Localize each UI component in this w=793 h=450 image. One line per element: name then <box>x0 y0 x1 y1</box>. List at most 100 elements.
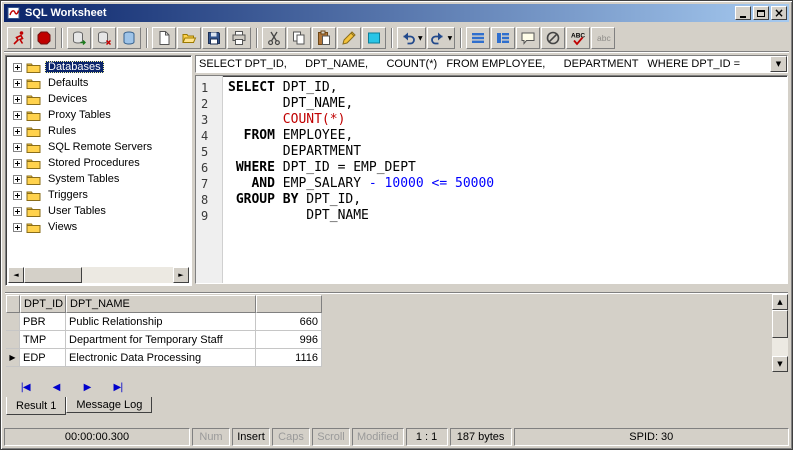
expand-icon[interactable] <box>13 191 22 200</box>
expand-icon[interactable] <box>13 223 22 232</box>
h-scrollbar-thumb[interactable] <box>24 267 82 283</box>
comment-button[interactable] <box>516 27 540 49</box>
results-vertical-scrollbar[interactable]: ▲ ▼ <box>772 294 788 372</box>
column-header-dpt-id[interactable]: DPT_ID <box>20 295 66 313</box>
cell[interactable]: TMP <box>20 331 66 349</box>
previous-record-button[interactable]: ◀ <box>44 379 68 395</box>
new-button[interactable] <box>152 27 176 49</box>
code-segment <box>228 192 236 207</box>
lowercase-button[interactable]: abc <box>591 27 615 49</box>
folder-icon <box>26 221 41 234</box>
v-scrollbar-thumb[interactable] <box>772 310 788 338</box>
tab-message-log[interactable]: Message Log <box>66 397 152 413</box>
last-record-button[interactable]: ▶| <box>106 379 130 395</box>
spell-check-button[interactable]: ABC <box>566 27 590 49</box>
cell[interactable]: EDP <box>20 349 66 367</box>
tree-item-system-tables[interactable]: System Tables <box>8 171 189 187</box>
sql-editor[interactable]: 123456789 SELECT DPT_ID, DPT_NAME, COUNT… <box>195 75 788 284</box>
execute-button[interactable] <box>7 27 31 49</box>
tab-result-1[interactable]: Result 1 <box>6 397 66 415</box>
scroll-up-button[interactable]: ▲ <box>772 294 788 310</box>
expand-icon[interactable] <box>13 207 22 216</box>
column-header-dpt-name[interactable]: DPT_NAME <box>66 295 256 313</box>
cell[interactable]: Public Relationship <box>66 313 256 331</box>
tree-item-triggers[interactable]: Triggers <box>8 187 189 203</box>
tree-item-defaults[interactable]: Defaults <box>8 75 189 91</box>
cell[interactable]: PBR <box>20 313 66 331</box>
redo-button[interactable]: ▼ <box>427 27 456 49</box>
folder-icon <box>26 109 41 122</box>
expand-icon[interactable] <box>13 95 22 104</box>
cell[interactable]: 660 <box>256 313 322 331</box>
next-record-button[interactable]: ▶ <box>75 379 99 395</box>
stop-button[interactable] <box>32 27 56 49</box>
expand-icon[interactable] <box>13 111 22 120</box>
paste-button[interactable] <box>312 27 336 49</box>
save-button[interactable] <box>202 27 226 49</box>
tree-horizontal-scrollbar[interactable]: ◄ ► <box>8 267 189 283</box>
tree-item-rules[interactable]: Rules <box>8 123 189 139</box>
close-icon: × <box>774 8 784 18</box>
table-row[interactable]: TMPDepartment for Temporary Staff996 <box>6 331 322 349</box>
code-line: DPT_NAME, <box>228 96 787 112</box>
scroll-right-button[interactable]: ► <box>173 267 189 283</box>
cell[interactable]: Electronic Data Processing <box>66 349 256 367</box>
table-row[interactable]: ▶EDPElectronic Data Processing1116 <box>6 349 322 367</box>
list-view-button[interactable] <box>466 27 490 49</box>
tree-item-stored-procedures[interactable]: Stored Procedures <box>8 155 189 171</box>
connect-button[interactable] <box>67 27 91 49</box>
tree-item-sql-remote-servers[interactable]: SQL Remote Servers <box>8 139 189 155</box>
redo-dropdown-icon[interactable]: ▼ <box>448 35 453 42</box>
close-button[interactable]: × <box>771 6 787 20</box>
line-number: 1 <box>196 80 222 96</box>
cell[interactable]: Department for Temporary Staff <box>66 331 256 349</box>
expand-icon[interactable] <box>13 175 22 184</box>
cancel-button[interactable] <box>541 27 565 49</box>
results-grid[interactable]: DPT_IDDPT_NAMEPBRPublic Relationship660T… <box>6 295 322 367</box>
table-row[interactable]: PBRPublic Relationship660 <box>6 313 322 331</box>
minimize-icon <box>740 16 746 18</box>
undo-dropdown-icon[interactable]: ▼ <box>418 35 423 42</box>
toolbar-separator <box>146 28 148 48</box>
tree-item-user-tables[interactable]: User Tables <box>8 203 189 219</box>
expand-icon[interactable] <box>13 63 22 72</box>
open-button[interactable] <box>177 27 201 49</box>
edit-button[interactable] <box>337 27 361 49</box>
copy-button[interactable] <box>287 27 311 49</box>
statement-combo[interactable]: SELECT DPT_ID, DPT_NAME, COUNT(*) FROM E… <box>195 55 788 73</box>
h-scrollbar-track[interactable] <box>24 267 173 283</box>
tree-item-views[interactable]: Views <box>8 219 189 235</box>
cell[interactable]: 996 <box>256 331 322 349</box>
cell[interactable]: 1116 <box>256 349 322 367</box>
minimize-button[interactable] <box>735 6 751 20</box>
database-button[interactable] <box>117 27 141 49</box>
detail-view-button[interactable] <box>491 27 515 49</box>
scroll-left-button[interactable]: ◄ <box>8 267 24 283</box>
maximize-button[interactable] <box>753 6 769 20</box>
v-scrollbar-track[interactable] <box>772 338 788 356</box>
highlight-button[interactable] <box>362 27 386 49</box>
scroll-down-button[interactable]: ▼ <box>772 356 788 372</box>
expand-icon[interactable] <box>13 79 22 88</box>
disconnect-button[interactable] <box>92 27 116 49</box>
tree-item-label: System Tables <box>45 173 122 185</box>
first-record-button[interactable]: |◀ <box>13 379 37 395</box>
code-line: FROM EMPLOYEE, <box>228 128 787 144</box>
tree-item-label: Proxy Tables <box>45 109 114 121</box>
expand-icon[interactable] <box>13 159 22 168</box>
tree-item-devices[interactable]: Devices <box>8 91 189 107</box>
tree-item-proxy-tables[interactable]: Proxy Tables <box>8 107 189 123</box>
tree-item-databases[interactable]: Databases <box>8 59 189 75</box>
titlebar[interactable]: SQL Worksheet × <box>4 4 789 22</box>
line-number: 6 <box>196 160 222 176</box>
print-button[interactable] <box>227 27 251 49</box>
statement-dropdown-button[interactable]: ▼ <box>770 56 787 72</box>
column-header-value[interactable] <box>256 295 322 313</box>
statement-size: 187 bytes <box>450 428 512 446</box>
undo-button[interactable]: ▼ <box>397 27 426 49</box>
expand-icon[interactable] <box>13 143 22 152</box>
cut-button[interactable] <box>262 27 286 49</box>
sql-code[interactable]: SELECT DPT_ID, DPT_NAME, COUNT(*) FROM E… <box>223 76 787 283</box>
expand-icon[interactable] <box>13 127 22 136</box>
toolbar-separator <box>391 28 393 48</box>
